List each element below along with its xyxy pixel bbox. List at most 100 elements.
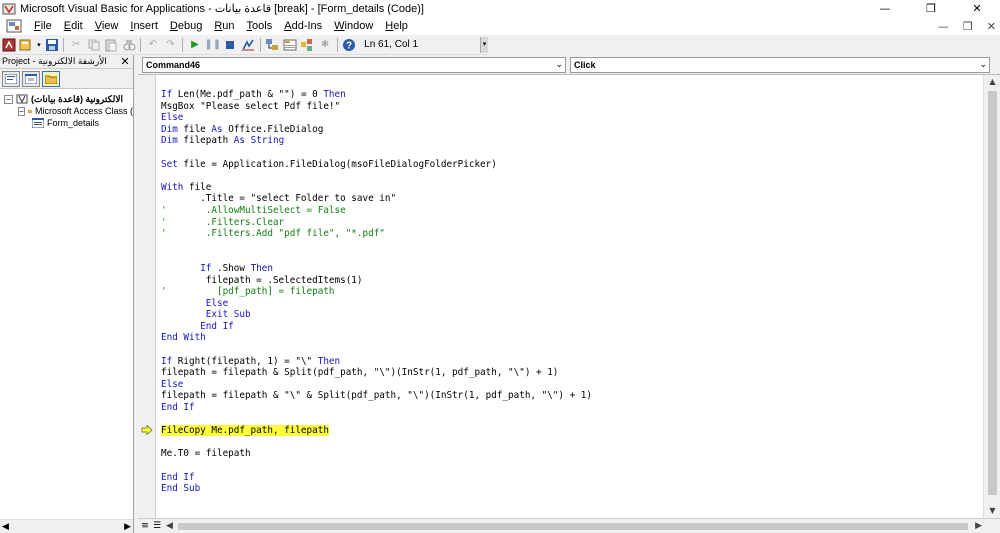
collapse-icon[interactable]: − [18, 106, 25, 116]
mdi-restore-button[interactable]: ❐ [963, 20, 973, 33]
menu-item-label: indow [344, 20, 374, 32]
object-combo[interactable]: Command46 ⌄ [142, 57, 566, 73]
code-line: Else [161, 379, 981, 391]
menu-item[interactable]: Insert [124, 20, 164, 32]
window-controls: — ❐ ✕ [862, 0, 1000, 17]
collapse-icon[interactable]: − [4, 94, 13, 104]
insert-userform-icon[interactable] [19, 37, 35, 53]
toggle-folders-button[interactable] [42, 70, 60, 87]
toolbox-icon[interactable]: ✱ [317, 37, 333, 53]
code-text: filepath = filepath & Split(pdf_path, "\… [161, 367, 559, 379]
toolbar-options-grip[interactable]: ▾ [480, 37, 488, 53]
code-vscroll-thumb[interactable] [988, 91, 997, 495]
project-explorer-close-button[interactable]: ✕ [119, 56, 131, 68]
menu-item-accelerator: W [334, 20, 345, 32]
scroll-right-icon[interactable]: ▶ [124, 521, 131, 532]
code-keyword: Then [323, 89, 346, 100]
view-code-button[interactable] [2, 70, 20, 87]
code-keyword: End If [161, 471, 195, 483]
menu-item-accelerator: A [284, 20, 292, 32]
code-line: FileCopy Me.pdf_path, filepath [161, 425, 981, 437]
code-text: Len(Me.pdf_path & "") = 0 [172, 89, 324, 100]
design-mode-icon[interactable] [240, 37, 256, 53]
mdi-minimize-button[interactable]: — [938, 20, 949, 33]
code-line: filepath = filepath & Split(pdf_path, "\… [161, 367, 981, 379]
tree-item-label: Form_details [47, 118, 100, 128]
find-icon[interactable] [121, 37, 137, 53]
svg-text:?: ? [346, 40, 352, 51]
scroll-down-icon[interactable]: ▼ [984, 504, 1000, 518]
menu-item[interactable]: Edit [58, 20, 89, 32]
document-menu-icon[interactable] [6, 19, 22, 33]
copy-icon[interactable] [86, 37, 102, 53]
save-icon[interactable] [44, 37, 60, 53]
procedure-view-icon[interactable]: ≡ [140, 520, 150, 532]
scroll-up-icon[interactable]: ▲ [984, 75, 1000, 89]
scroll-left-icon[interactable]: ◀ [2, 521, 9, 532]
mdi-controls: — ❐ ✕ [938, 17, 996, 35]
menu-item-label: dd-Ins [291, 20, 323, 32]
code-line: Set file = Application.FileDialog(msoFil… [161, 159, 981, 171]
close-button[interactable]: ✕ [954, 0, 1000, 17]
title-bar: Microsoft Visual Basic for Applications … [0, 0, 1000, 17]
run-icon[interactable]: ▶ [187, 37, 203, 53]
mdi-close-button[interactable]: ✕ [987, 20, 996, 33]
object-browser-icon[interactable] [300, 37, 316, 53]
view-access-icon[interactable] [1, 37, 17, 53]
menu-item[interactable]: Add-Ins [278, 20, 328, 32]
folder-icon [27, 109, 32, 113]
code-hscrollbar[interactable]: ≡ ☰ ◀ ▶ [138, 518, 1000, 533]
full-module-view-icon[interactable]: ☰ [152, 520, 162, 532]
standard-toolbar: ▾ ✂ ↶ ↷ ▶ ❚❚ ✱ ? Ln 61, Col 1 ▾ [0, 35, 488, 55]
tree-item[interactable]: Form_details [0, 117, 133, 129]
code-margin-indicator-bar[interactable] [138, 75, 156, 518]
reset-icon[interactable] [223, 37, 239, 53]
menu-item[interactable]: Debug [164, 20, 208, 32]
tree-item[interactable]: − Microsoft Access Class ( [0, 105, 133, 117]
undo-icon[interactable]: ↶ [145, 37, 161, 53]
scroll-right-icon[interactable]: ▶ [975, 519, 982, 533]
project-explorer-hscrollbar[interactable]: ◀ ▶ [0, 519, 133, 533]
code-hscroll-thumb[interactable] [178, 523, 968, 530]
menu-item[interactable]: Window [328, 20, 379, 32]
tree-item[interactable]: − الالكترونية (قاعدة بيانات) [0, 93, 133, 105]
procedure-combo[interactable]: Click ⌄ [570, 57, 990, 73]
paste-icon[interactable] [103, 37, 119, 53]
code-editor[interactable]: If Len(Me.pdf_path & "") = 0 Then MsgBox … [161, 89, 981, 495]
scroll-left-icon[interactable]: ◀ [166, 519, 173, 533]
menu-item[interactable]: Tools [241, 20, 279, 32]
chevron-down-icon[interactable]: ▾ [36, 37, 42, 53]
menu-item[interactable]: Help [379, 20, 414, 32]
code-keyword: As [211, 123, 223, 135]
help-icon[interactable]: ? [342, 37, 358, 53]
properties-window-icon[interactable] [282, 37, 298, 53]
code-line: ' .Filters.Add "pdf file", "*.pdf" [161, 228, 981, 240]
chevron-down-icon[interactable]: ⌄ [979, 58, 987, 72]
code-vscrollbar[interactable]: ▲ ▼ [983, 75, 1000, 518]
code-keyword: If [161, 89, 173, 100]
menu-item[interactable]: Run [208, 20, 240, 32]
cut-icon[interactable]: ✂ [68, 37, 84, 53]
break-icon[interactable]: ❚❚ [204, 37, 221, 53]
tree-item-label: الالكترونية (قاعدة بيانات) [31, 93, 123, 104]
menu-item[interactable]: View [89, 20, 125, 32]
view-object-button[interactable] [22, 70, 40, 87]
menu-item-label: elp [393, 20, 408, 32]
code-line: Dim file As Office.FileDialog [161, 124, 981, 136]
menu-item[interactable]: File [28, 20, 58, 32]
code-line: If Right(filepath, 1) = "\" Then [161, 356, 981, 368]
code-text: MsgBox "Please select Pdf file!" [161, 100, 341, 112]
project-explorer-icon[interactable] [265, 37, 281, 53]
minimize-button[interactable]: — [862, 0, 908, 17]
maximize-button[interactable]: ❐ [908, 0, 954, 17]
project-explorer-title: Project - الأرشفة الالكترونية [2, 56, 107, 66]
code-keyword: End If [200, 320, 234, 332]
code-comment: ' .Filters.Clear [161, 216, 285, 228]
redo-icon[interactable]: ↷ [163, 37, 179, 53]
chevron-down-icon[interactable]: ⌄ [555, 58, 563, 72]
vba-app-icon[interactable] [2, 2, 16, 16]
